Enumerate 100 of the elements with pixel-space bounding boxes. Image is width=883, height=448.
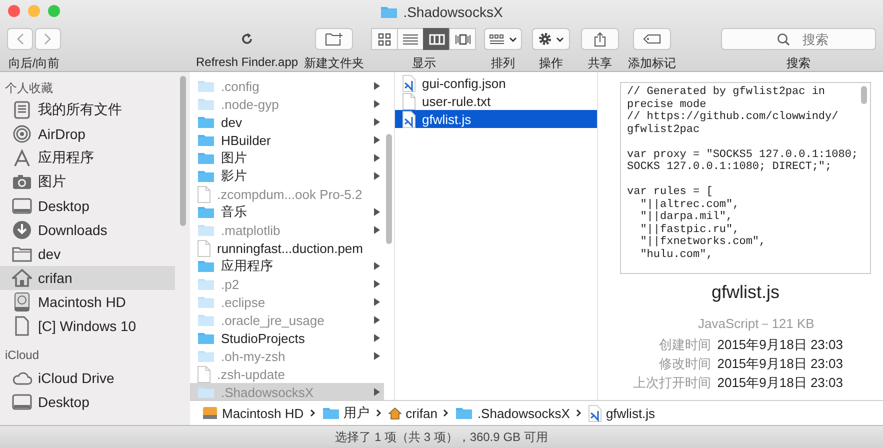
info-label: 创建时间 — [658, 336, 712, 354]
view-icon — [402, 32, 419, 46]
scrollbar[interactable] — [180, 76, 186, 226]
arrange-button[interactable] — [484, 28, 522, 50]
folder-icon — [197, 259, 215, 273]
sidebar-heading: 个人收藏 — [4, 80, 54, 97]
sidebar-item[interactable]: Downloads — [0, 218, 175, 242]
sidebar-item[interactable]: 我的所有文件 — [0, 98, 175, 122]
disclosure-icon — [374, 82, 380, 90]
folder-icon — [197, 115, 215, 129]
sidebar-item[interactable]: iCloud Drive — [0, 366, 175, 390]
disclosure-icon — [374, 262, 380, 270]
view-mode-button[interactable] — [423, 28, 450, 50]
camera-icon — [12, 172, 32, 192]
view-icon — [454, 32, 471, 46]
folder-icon — [197, 385, 215, 399]
document-icon — [197, 366, 211, 382]
info-value: 2015年9月18日 23:03 — [717, 355, 843, 373]
file-row[interactable]: 图片 — [190, 149, 384, 167]
disclosure-icon — [374, 154, 380, 162]
file-row[interactable]: 音乐 — [190, 203, 384, 221]
disclosure-icon — [374, 136, 380, 144]
desktop-icon — [12, 196, 32, 216]
view-mode-button[interactable] — [449, 28, 476, 50]
toolbar-label: 添加标记 — [628, 55, 676, 72]
toolbar-label: 新建文件夹 — [304, 55, 364, 72]
toolbar-label: 显示 — [412, 55, 436, 72]
search-field[interactable]: 搜索 — [721, 28, 876, 50]
disclosure-icon — [374, 208, 380, 216]
disclosure-icon — [374, 298, 380, 306]
folder-icon — [197, 223, 215, 237]
sidebar-item[interactable]: crifan — [0, 266, 175, 290]
code-file-icon — [588, 404, 602, 422]
toolbar-label: 排列 — [491, 55, 516, 72]
action-button[interactable] — [532, 28, 570, 50]
sidebar-item[interactable]: 图片 — [0, 170, 175, 194]
folder-icon — [197, 205, 215, 219]
view-mode-button[interactable] — [371, 28, 398, 50]
folder-icon — [197, 133, 215, 147]
document-icon — [197, 240, 211, 256]
tags-button[interactable] — [633, 28, 672, 50]
view-icon — [376, 32, 393, 46]
file-row[interactable]: dev — [190, 113, 384, 131]
toolbar-label: 向后/向前 — [8, 55, 60, 72]
sidebar-item[interactable]: Macintosh HD — [0, 290, 175, 314]
file-row[interactable]: StudioProjects — [190, 329, 384, 347]
sidebar-heading: iCloud — [4, 347, 40, 364]
refresh-icon[interactable] — [240, 32, 254, 46]
documents-icon — [12, 100, 32, 120]
home-icon — [12, 268, 32, 288]
path-item[interactable]: gfwlist.js — [588, 404, 656, 422]
folder-icon — [455, 406, 474, 420]
file-row[interactable]: runningfast...duction.pem — [190, 239, 384, 257]
file-row[interactable]: gfwlist.js — [395, 110, 597, 128]
back-icon — [16, 33, 24, 45]
disclosure-icon — [374, 316, 380, 324]
download-icon — [12, 220, 32, 240]
sidebar-item[interactable]: Desktop — [0, 390, 175, 414]
folder-icon — [197, 79, 215, 93]
tag-icon — [643, 34, 662, 44]
file-row[interactable]: gui-config.json — [395, 74, 597, 92]
chevron-icon — [376, 409, 382, 417]
view-mode-button[interactable] — [397, 28, 424, 50]
forward-icon — [44, 33, 52, 45]
scrollbar[interactable] — [386, 134, 392, 244]
disclosure-icon — [374, 280, 380, 288]
file-kind-size: JavaScript－121 KB — [698, 315, 816, 333]
file-row[interactable]: 应用程序 — [190, 257, 384, 275]
document-icon — [197, 186, 211, 202]
caret-icon — [556, 36, 564, 42]
info-value: 2015年9月18日 23:03 — [717, 336, 843, 354]
file-row[interactable]: HBuilder — [190, 131, 384, 149]
toolbar-label: Refresh Finder.app — [196, 55, 298, 69]
file-row[interactable]: user-rule.txt — [395, 92, 597, 110]
gear-icon — [538, 32, 552, 46]
folder-icon — [197, 169, 215, 183]
new-folder-button[interactable] — [315, 28, 354, 50]
scrollbar[interactable] — [861, 86, 867, 104]
sidebar-item[interactable]: [C] Windows 10 — [0, 314, 175, 338]
sidebar-item[interactable]: AirDrop — [0, 122, 175, 146]
document-icon — [402, 92, 416, 110]
path-item[interactable]: Macintosh HD — [202, 406, 304, 420]
file-row[interactable]: 影片 — [190, 167, 384, 185]
path-item[interactable]: crifan — [388, 406, 438, 420]
toolbar-label: 共享 — [588, 55, 612, 72]
disclosure-icon — [374, 352, 380, 360]
share-button[interactable] — [581, 28, 620, 50]
path-item[interactable]: 用户 — [322, 404, 370, 422]
folder-icon — [197, 313, 215, 327]
close-button[interactable] — [8, 5, 20, 17]
sidebar-item[interactable]: dev — [0, 242, 175, 266]
view-icon — [428, 32, 445, 46]
info-value: 2015年9月18日 23:03 — [717, 374, 843, 392]
disclosure-icon — [374, 118, 380, 126]
sidebar-item[interactable]: 应用程序 — [0, 146, 175, 170]
code-preview: // Generated by gfwlist2pac in precise mode // https://github.com/clowwindy/ gfwlist2pac var proxy = "SOCKS5 127.0.0.1:1080; SOCKS 127.0.0.1:1080; DIRECT;"; var rules = [ "||altrec.com", "||darpa.mil", "||fastpic.ru", "||fxnetworks.com", "hulu.com", — [620, 82, 871, 274]
sidebar-item[interactable]: Desktop — [0, 194, 175, 218]
folder-icon — [197, 97, 215, 111]
path-item[interactable]: .ShadowsocksX — [455, 406, 570, 420]
folder-icon — [197, 151, 215, 165]
